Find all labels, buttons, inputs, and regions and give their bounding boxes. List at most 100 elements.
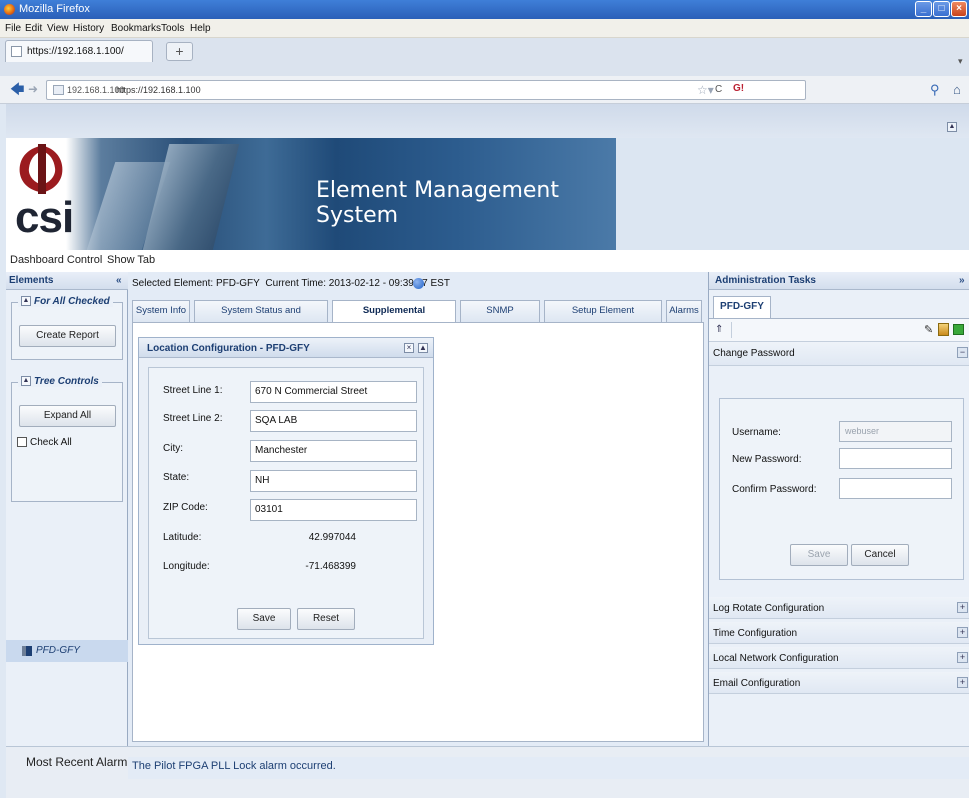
tab-supplemental-configuration[interactable]: Supplemental Configuration — [332, 300, 456, 336]
city-label: City: — [163, 443, 183, 454]
expand-section-icon[interactable]: + — [957, 652, 968, 663]
browser-navbar: 🡄 ➜ 192.168.1.100 https://192.168.1.100 … — [0, 76, 969, 104]
forward-arrow-icon[interactable]: ➜ — [28, 82, 38, 96]
close-button[interactable]: × — [951, 1, 967, 17]
city-input[interactable]: Manchester — [250, 440, 417, 462]
maximize-button[interactable]: □ — [933, 1, 950, 17]
location-form: Street Line 1: 670 N Commercial Street S… — [148, 367, 424, 639]
collapse-triangle-icon[interactable]: ▲ — [21, 296, 31, 307]
check-all-checkbox[interactable]: Check All — [17, 437, 72, 448]
menu-edit[interactable]: Edit — [25, 23, 42, 34]
checkbox-icon[interactable] — [17, 437, 27, 448]
menu-show-tab[interactable]: Show Tab — [107, 254, 155, 266]
collapse-triangle-icon[interactable]: ▲ — [21, 376, 31, 387]
street1-input[interactable]: 670 N Commercial Street — [250, 381, 417, 403]
tab-system-info[interactable]: System Info — [132, 300, 190, 322]
tab-pfd-gfy[interactable]: PFD-GFY — [713, 296, 771, 318]
tab-list-icon[interactable]: ▾ — [958, 56, 963, 67]
reload-icon[interactable]: C — [715, 84, 722, 95]
local-network-section[interactable]: Local Network Configuration + — [709, 647, 969, 669]
elements-panel-title: Elements — [9, 275, 54, 286]
status-indicator-icon — [413, 278, 424, 289]
app-header: csi Element Management System — [6, 138, 969, 250]
export-icon[interactable] — [938, 323, 949, 336]
collapse-right-icon[interactable]: » — [959, 275, 965, 286]
menu-file[interactable]: File — [5, 23, 21, 34]
tab-snmp-configuration[interactable]: SNMP Configuration — [460, 300, 540, 336]
new-tab-button[interactable]: + — [166, 42, 193, 61]
bookmark-star-icon[interactable]: ☆▾ — [697, 83, 714, 97]
confirm-password-label: Confirm Password: — [732, 484, 817, 495]
state-label: State: — [163, 472, 190, 483]
menu-dashboard-control[interactable]: Dashboard Control — [10, 254, 102, 266]
most-recent-alarm-message: The Pilot FPGA PLL Lock alarm occurred. — [128, 757, 969, 779]
password-cancel-button[interactable]: Cancel — [851, 544, 909, 566]
collapse-all-icon[interactable]: ⇑ — [715, 324, 723, 335]
toolbar-divider — [731, 322, 732, 338]
alarm-status-bar: Most Recent Alarm: The Pilot FPGA PLL Lo… — [6, 746, 969, 798]
street2-input[interactable]: SQA LAB — [250, 410, 417, 432]
longitude-label: Longitude: — [163, 561, 210, 572]
tab-system-status[interactable]: System Status and Configuration — [194, 300, 328, 336]
app-menu: Dashboard Control Show Tab — [6, 250, 969, 272]
collapse-header-icon[interactable]: ▲ — [947, 122, 957, 132]
minimize-button[interactable]: _ — [915, 1, 932, 17]
elements-panel-header: Elements « — [6, 272, 128, 290]
url-bar[interactable]: 192.168.1.100 https://192.168.1.100 ☆▾ C… — [46, 80, 806, 100]
selected-element-text: Selected Element: PFD-GFY Current Time: … — [132, 278, 450, 289]
admin-toolbar: ⇑ ✎ — [709, 318, 969, 342]
home-icon[interactable]: ⌂ — [953, 82, 961, 97]
expand-section-icon[interactable]: + — [957, 602, 968, 613]
log-rotate-section[interactable]: Log Rotate Configuration + — [709, 597, 969, 619]
save-button[interactable]: Save — [237, 608, 291, 630]
expand-all-button[interactable]: Expand All — [19, 405, 116, 427]
tab-setup-element-configuration[interactable]: Setup Element Configuration — [544, 300, 662, 336]
close-window-icon[interactable]: × — [404, 343, 414, 353]
expand-section-icon[interactable]: + — [957, 627, 968, 638]
collapse-section-icon[interactable]: − — [957, 347, 968, 358]
refresh-icon[interactable] — [953, 324, 964, 335]
banner: csi Element Management System — [6, 138, 616, 250]
location-configuration-window: Location Configuration - PFD-GFY × ▲ Str… — [138, 337, 434, 645]
tree-node-label: PFD-GFY — [36, 645, 80, 656]
administration-panel: Administration Tasks » PFD-GFY ⇑ ✎ Chang… — [708, 272, 969, 746]
change-password-form: Username: webuser New Password: Confirm … — [719, 398, 964, 580]
menu-help[interactable]: Help — [190, 23, 211, 34]
browser-tab-label: https://192.168.1.100/ — [27, 46, 124, 57]
change-password-header[interactable]: Change Password − — [709, 342, 969, 366]
browser-tab[interactable]: https://192.168.1.100/ — [5, 40, 153, 62]
menu-history[interactable]: History — [73, 23, 104, 34]
expand-section-icon[interactable]: + — [957, 677, 968, 688]
tree-controls-legend[interactable]: ▲ Tree Controls — [18, 376, 102, 387]
back-arrow-icon[interactable]: 🡄 — [10, 82, 24, 96]
edit-icon[interactable]: ✎ — [924, 323, 933, 336]
search-icon[interactable]: ⚲ — [930, 82, 940, 98]
username-input: webuser — [839, 421, 952, 442]
menu-tools[interactable]: Tools — [161, 23, 184, 34]
app-root: ▲ csi Element Management System Dashboar… — [6, 104, 969, 798]
element-node-icon — [21, 645, 33, 657]
create-report-button[interactable]: Create Report — [19, 325, 116, 347]
confirm-password-input[interactable] — [839, 478, 952, 499]
state-input[interactable]: NH — [250, 470, 417, 492]
new-password-input[interactable] — [839, 448, 952, 469]
email-configuration-section[interactable]: Email Configuration + — [709, 672, 969, 694]
password-save-button[interactable]: Save — [790, 544, 848, 566]
most-recent-alarm-label: Most Recent Alarm: — [26, 755, 131, 769]
menu-view[interactable]: View — [47, 23, 69, 34]
zip-input[interactable]: 03101 — [250, 499, 417, 521]
tree-node-pfd-gfy[interactable]: PFD-GFY — [6, 640, 128, 662]
tree-controls-group: ▲ Tree Controls Expand All Check All — [11, 376, 123, 502]
for-all-checked-group: ▲ For All Checked Create Report — [11, 296, 123, 360]
search-engine-icon[interactable]: G! — [733, 83, 744, 94]
reset-button[interactable]: Reset — [297, 608, 355, 630]
tab-alarms[interactable]: Alarms — [666, 300, 702, 322]
for-all-checked-legend[interactable]: ▲ For All Checked — [18, 296, 113, 307]
site-identity-icon[interactable] — [53, 85, 64, 95]
time-configuration-section[interactable]: Time Configuration + — [709, 622, 969, 644]
menu-bookmarks[interactable]: Bookmarks — [111, 23, 161, 34]
url-text[interactable]: https://192.168.1.100 — [116, 85, 201, 95]
location-window-title: Location Configuration - PFD-GFY — [147, 343, 310, 354]
collapse-window-icon[interactable]: ▲ — [418, 343, 428, 353]
collapse-left-icon[interactable]: « — [116, 275, 122, 286]
